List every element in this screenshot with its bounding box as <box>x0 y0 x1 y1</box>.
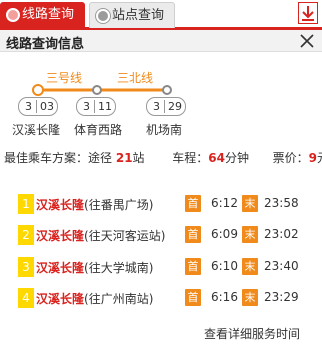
trip-summary: 最佳乘车方案：途径 21站 车程：64分钟 票价：9元 <box>4 149 322 166</box>
station-name-1: 汉溪长隆 <box>12 123 61 137</box>
last-train-badge: 末 <box>242 258 258 275</box>
last-train-badge: 末 <box>242 195 258 212</box>
last-train-time: 23:29 <box>264 290 299 304</box>
service-number-badge: 1 <box>18 194 34 214</box>
first-train-time: 6:09 <box>211 227 238 241</box>
line-number: 3 <box>25 100 32 113</box>
service-dest: (往番禺广场) <box>84 198 154 212</box>
summary-fare: 9 <box>308 151 317 165</box>
service-direction: 汉溪长隆(往广州南站) <box>36 290 153 307</box>
service-direction: 汉溪长隆(往天河客运站) <box>36 227 165 244</box>
station-name-2: 体育西路 <box>74 123 123 137</box>
service-origin: 汉溪长隆 <box>36 292 85 306</box>
station-dot-end <box>162 85 172 95</box>
last-train-badge: 末 <box>242 289 258 306</box>
service-direction: 汉溪长隆(往番禺广场) <box>36 196 153 213</box>
service-number-badge: 2 <box>18 225 34 245</box>
service-dest: (往广州南站) <box>84 292 154 306</box>
first-train-badge: 首 <box>185 289 201 306</box>
service-dest: (往大学城南) <box>84 261 154 275</box>
station-dot-mid <box>92 85 102 95</box>
first-train-time: 6:16 <box>211 290 238 304</box>
view-details-link[interactable]: 查看详细服务时间 <box>204 325 300 342</box>
service-row[interactable]: 4 汉溪长隆(往广州南站) 首 6:16 末 23:29 <box>0 287 322 309</box>
line-number: 3 <box>83 100 90 113</box>
last-train-badge: 末 <box>242 226 258 243</box>
summary-minutes: 64 <box>208 151 225 165</box>
station-dot-start <box>32 84 44 96</box>
service-origin: 汉溪长隆 <box>36 198 85 212</box>
line-number: 3 <box>153 100 160 113</box>
first-train-time: 6:12 <box>211 196 238 210</box>
service-origin: 汉溪长隆 <box>36 261 85 275</box>
first-train-time: 6:10 <box>211 259 238 273</box>
summary-fare-label: 票价： <box>272 151 309 165</box>
first-train-badge: 首 <box>185 226 201 243</box>
service-number-badge: 3 <box>18 257 34 277</box>
station-code: 11 <box>98 100 112 113</box>
first-train-badge: 首 <box>185 258 201 275</box>
station-name-3: 机场南 <box>146 123 183 137</box>
service-direction: 汉溪长隆(往大学城南) <box>36 259 153 276</box>
last-train-time: 23:40 <box>264 259 299 273</box>
summary-time-label: 车程： <box>172 151 209 165</box>
service-number-badge: 4 <box>18 288 34 308</box>
service-row[interactable]: 2 汉溪长隆(往天河客运站) 首 6:09 末 23:02 <box>0 224 322 246</box>
station-code: 29 <box>168 100 182 113</box>
last-train-time: 23:02 <box>264 227 299 241</box>
station-code: 03 <box>40 100 54 113</box>
summary-fare-unit: 元 <box>317 151 322 165</box>
service-dest: (往天河客运站) <box>84 229 166 243</box>
station-code-3: 3 29 <box>146 97 186 116</box>
summary-minutes-unit: 分钟 <box>224 151 249 165</box>
first-train-badge: 首 <box>185 195 201 212</box>
service-origin: 汉溪长隆 <box>36 229 85 243</box>
summary-best-label: 最佳乘车方案：途径 <box>4 151 113 165</box>
station-code-2: 3 11 <box>76 97 116 116</box>
station-code-1: 3 03 <box>18 97 58 116</box>
service-row[interactable]: 1 汉溪长隆(往番禺广场) 首 6:12 末 23:58 <box>0 193 322 215</box>
summary-stops: 21 <box>115 151 133 165</box>
summary-stops-unit: 站 <box>132 151 145 165</box>
service-row[interactable]: 3 汉溪长隆(往大学城南) 首 6:10 末 23:40 <box>0 256 322 278</box>
last-train-time: 23:58 <box>264 196 299 210</box>
